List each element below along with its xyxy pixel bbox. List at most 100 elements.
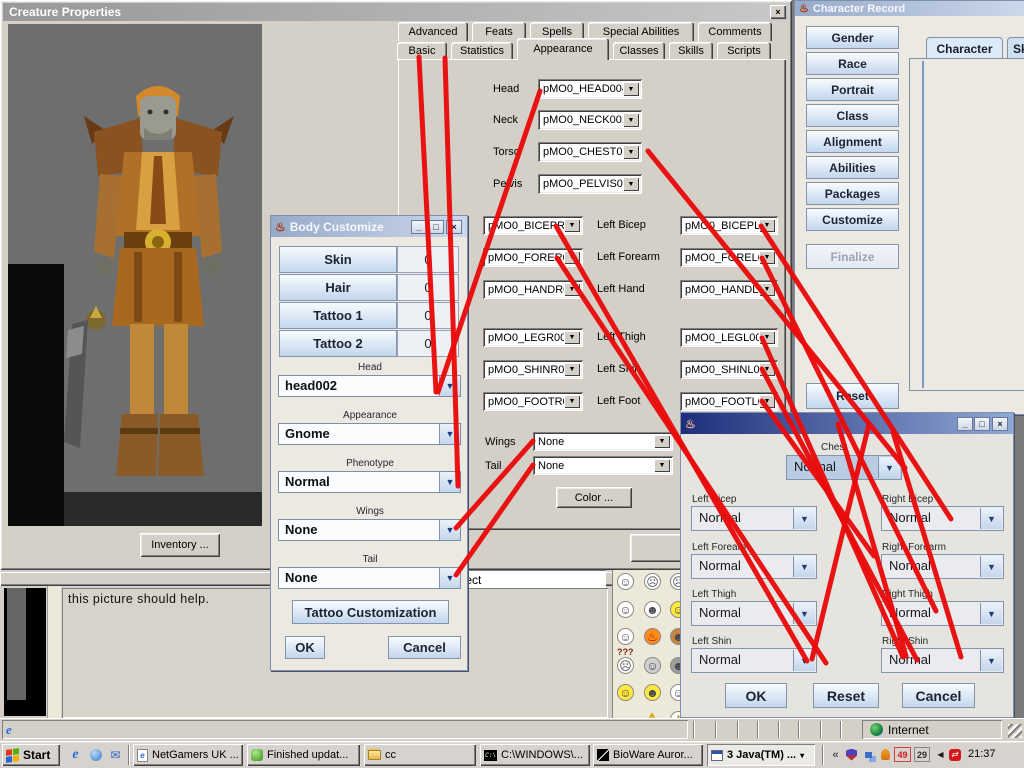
emoticon-flame-icon[interactable]: ♨ (644, 628, 661, 645)
chevron-down-icon[interactable]: ▼ (564, 363, 580, 376)
left-hand-combobox[interactable]: pMO0_HANDL00▼ (680, 280, 778, 299)
pelvis-combobox[interactable]: pMO0_PELVIS00▼ (538, 174, 642, 194)
tail-select[interactable]: None▼ (278, 567, 461, 589)
tab-basic[interactable]: Basic (397, 42, 447, 60)
left-forearm-combobox[interactable]: pMO0_FOREL00▼ (680, 248, 778, 267)
cancel-button[interactable]: Cancel (388, 636, 461, 659)
chevron-down-icon[interactable]: ▼ (439, 424, 460, 444)
customize-button[interactable]: Customize (806, 208, 899, 231)
neck-combobox[interactable]: pMO0_NECK001▼ (538, 110, 642, 130)
chevron-down-icon[interactable]: ▼ (980, 650, 1002, 671)
tab-advanced[interactable]: Advanced (398, 22, 468, 41)
hair-button[interactable]: Hair (279, 274, 397, 301)
finalize-button[interactable]: Finalize (806, 244, 899, 269)
emoticon-smile-icon[interactable]: ☺ (617, 573, 634, 590)
chevron-down-icon[interactable]: ▼ (793, 508, 815, 529)
chevron-down-icon[interactable]: ▼ (980, 603, 1002, 624)
reset-button[interactable]: Reset (813, 683, 879, 708)
tray-volume-icon[interactable]: ◀ (933, 747, 948, 762)
tab-scripts[interactable]: Scripts (717, 42, 771, 60)
cancel-button[interactable]: Cancel (902, 683, 975, 708)
chevron-down-icon[interactable]: ▼ (439, 568, 460, 588)
model-viewport[interactable] (8, 24, 262, 526)
quicklaunch-messenger-icon[interactable] (88, 747, 103, 762)
chevron-down-icon[interactable]: ▼ (654, 435, 670, 448)
right-thigh-combobox[interactable]: pMO0_LEGR001▼ (483, 328, 583, 347)
chevron-down-icon[interactable]: ▼ (623, 177, 639, 191)
tray-network-icon[interactable] (861, 747, 876, 762)
tray-shield-icon[interactable] (844, 747, 859, 762)
left-bicep-select[interactable]: Normal▼ (691, 506, 817, 531)
quicklaunch-ie-icon[interactable]: e (68, 747, 83, 762)
color-button[interactable]: Color ... (556, 487, 632, 508)
tray-counter-29[interactable]: 29 (914, 747, 930, 762)
race-button[interactable]: Race (806, 52, 899, 75)
chevron-down-icon[interactable]: ▼ (623, 145, 639, 159)
right-hand-combobox[interactable]: pMO0_HANDR0▼ (483, 280, 583, 299)
chevron-down-icon[interactable]: ▼ (759, 363, 775, 376)
wings-combobox[interactable]: None▼ (533, 432, 673, 451)
chevron-down-icon[interactable]: ▼ (439, 376, 460, 396)
chevron-down-icon[interactable]: ▼ (654, 459, 670, 472)
class-button[interactable]: Class (806, 104, 899, 127)
chevron-down-icon[interactable]: ▼ (793, 556, 815, 577)
tab-skills[interactable]: Sk (1007, 37, 1024, 59)
minimize-icon[interactable]: _ (411, 220, 427, 234)
emoticon-confused-icon[interactable]: ☹ (617, 657, 634, 674)
character-record-titlebar[interactable]: ♨ Character Record (795, 1, 1024, 16)
maximize-icon[interactable]: □ (974, 417, 990, 431)
right-thigh-select[interactable]: Normal▼ (881, 601, 1004, 626)
chevron-down-icon[interactable]: ▼ (759, 331, 775, 344)
emoticon-tongue-icon[interactable]: ☺ (644, 657, 661, 674)
tray-update-icon[interactable]: ⇄ (947, 747, 962, 762)
right-shin-select[interactable]: Normal▼ (881, 648, 1004, 673)
right-shin-combobox[interactable]: pMO0_SHINR00▼ (483, 360, 583, 379)
left-forearm-select[interactable]: Normal▼ (691, 554, 817, 579)
right-forearm-combobox[interactable]: pMO0_FORER00▼ (483, 248, 583, 267)
tab-comments[interactable]: Comments (698, 22, 772, 41)
resize-grip[interactable] (1008, 724, 1022, 738)
left-shin-combobox[interactable]: pMO0_SHINL00▼ (680, 360, 778, 379)
tail-combobox[interactable]: None▼ (533, 456, 673, 475)
left-bicep-combobox[interactable]: pMO0_BICEPL00▼ (680, 216, 778, 235)
quicklaunch-outlook-icon[interactable]: ✉ (108, 747, 123, 762)
chevron-down-icon[interactable]: ▼ (564, 219, 580, 232)
tray-counter-49[interactable]: 49 (894, 747, 911, 762)
tab-appearance[interactable]: Appearance (517, 38, 609, 60)
wings-select[interactable]: None▼ (278, 519, 461, 541)
packages-button[interactable]: Packages (806, 182, 899, 205)
gender-button[interactable]: Gender (806, 26, 899, 49)
maximize-icon[interactable]: □ (428, 220, 444, 234)
emoticon-yawn-icon[interactable]: ☺ (617, 601, 634, 618)
inventory-button[interactable]: Inventory ... (140, 533, 220, 557)
head-combobox[interactable]: pMO0_HEAD004▼ (538, 79, 642, 99)
emoticon-grin-icon[interactable]: ☻ (644, 601, 661, 618)
taskbar-item-netgamers[interactable]: e NetGamers UK ... (133, 744, 243, 766)
chevron-down-icon[interactable]: ▼ (759, 395, 775, 408)
close-icon[interactable]: × (770, 5, 786, 19)
tab-statistics[interactable]: Statistics (451, 42, 513, 60)
taskbar-item-finished-update[interactable]: Finished updat... (247, 744, 360, 766)
tab-character[interactable]: Character (926, 37, 1003, 59)
left-thigh-combobox[interactable]: pMO0_LEGL001▼ (680, 328, 778, 347)
taskbar-item-bioware-aurora[interactable]: BioWare Auror... (593, 744, 703, 766)
skin-button[interactable]: Skin (279, 246, 397, 273)
tray-chevron-icon[interactable]: « (828, 747, 843, 762)
taskbar-item-cmd[interactable]: C:\ C:\WINDOWS\... (480, 744, 590, 766)
ok-button[interactable]: OK (725, 683, 787, 708)
taskbar-item-cc-folder[interactable]: cc (364, 744, 476, 766)
chevron-down-icon[interactable]: ▼ (793, 603, 815, 624)
chest-select[interactable]: Normal▼ (786, 455, 902, 480)
emoticon-frown-icon[interactable]: ☹ (644, 573, 661, 590)
emoticon-squint-icon[interactable]: ☻ (644, 684, 661, 701)
alignment-button[interactable]: Alignment (806, 130, 899, 153)
chevron-down-icon[interactable]: ▼ (980, 508, 1002, 529)
tab-skills[interactable]: Skills (669, 42, 713, 60)
portrait-button[interactable]: Portrait (806, 78, 899, 101)
phenotype-select[interactable]: Normal▼ (278, 471, 461, 493)
right-bicep-select[interactable]: Normal▼ (881, 506, 1004, 531)
minimize-icon[interactable]: _ (957, 417, 973, 431)
right-forearm-select[interactable]: Normal▼ (881, 554, 1004, 579)
creature-properties-titlebar[interactable]: Creature Properties (3, 3, 789, 21)
chevron-down-icon[interactable]: ▼ (564, 331, 580, 344)
